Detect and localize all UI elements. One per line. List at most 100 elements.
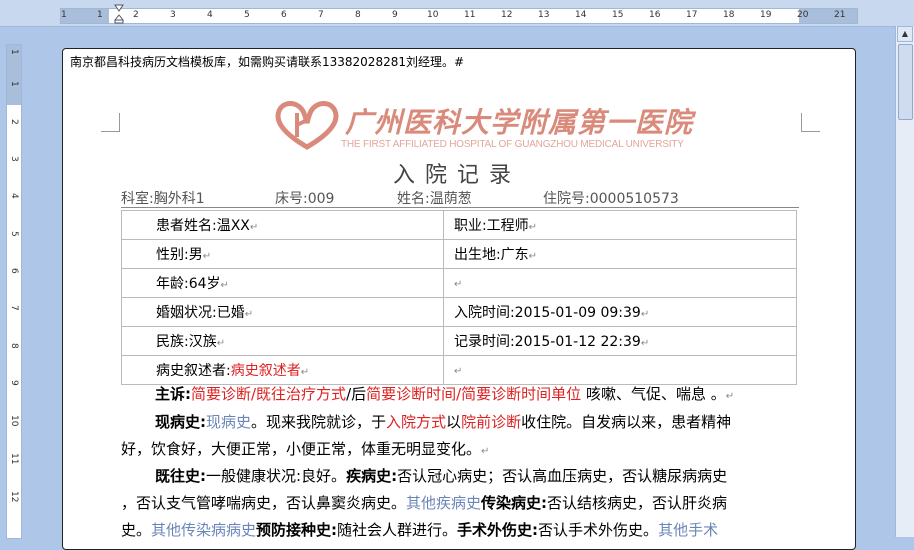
table-row: 民族:汉族↵ 记录时间:2015-01-12 22:39↵ — [121, 326, 798, 356]
other-infectious-field[interactable]: 其他传染病病史 — [151, 521, 256, 539]
ruler-number: 6 — [9, 268, 19, 274]
ruler-number: 7 — [9, 305, 19, 311]
surgery-history-label: 手术外伤史: — [457, 521, 539, 539]
margin-corner-mark — [801, 113, 820, 132]
patient-name-cell[interactable]: 患者姓名:温XX↵ — [121, 210, 444, 240]
paragraph-mark: ↵ — [453, 279, 463, 290]
admit-time-cell[interactable]: 入院时间:2015-01-09 09:39↵ — [442, 297, 798, 327]
document-page[interactable]: 南京都昌科技病历文档模板库，如需购买请联系13382028281刘经理。# 广州… — [62, 48, 856, 550]
vaccination-label: 预防接种史: — [256, 521, 338, 539]
ruler-number: 1 — [97, 10, 103, 20]
present-label: 现病史: — [155, 413, 206, 431]
ruler-number: 10 — [427, 10, 439, 20]
marital-cell[interactable]: 婚姻状况:已婚↵ — [121, 297, 444, 327]
chief-complaint-paragraph[interactable]: 主诉:简要诊断/既往治疗方式/后简要诊断时间/简要诊断时间单位 咳嗽、气促、喘息… — [121, 381, 801, 410]
header-note: 南京都昌科技病历文档模板库，如需购买请联系13382028281刘经理。# — [70, 55, 465, 69]
occupation-cell[interactable]: 职业:工程师↵ — [442, 210, 798, 240]
complaint-separator: /后 — [346, 385, 367, 403]
complaint-label: 主诉: — [155, 385, 191, 403]
document-editor-window: 1 1 2 3 4 5 6 7 8 9 10 11 12 13 14 15 16… — [0, 0, 914, 550]
ruler-number: 2 — [9, 119, 19, 125]
logo-english-name: THE FIRST AFFILIATED HOSPITAL OF GUANGZH… — [341, 139, 684, 150]
bed-field[interactable]: 床号:009 — [275, 188, 334, 208]
birthplace: 出生地:广东 — [453, 247, 529, 263]
table-row: 性别:男↵ 出生地:广东↵ — [121, 239, 798, 269]
ruler-number: 1 — [9, 49, 19, 55]
pre-diagnosis-field[interactable]: 院前诊断 — [461, 413, 521, 431]
ruler-number: 8 — [9, 343, 19, 349]
past-history-line2[interactable]: ，否认支气管哮喘病史，否认鼻窦炎病史。其他疾病史传染病史:否认结核病史，否认肝炎… — [121, 490, 801, 517]
vertical-scrollbar[interactable]: ▲ — [895, 26, 914, 537]
past-text: 否认手术外伤史。 — [538, 521, 659, 539]
present-illness-paragraph[interactable]: 现病史:现病史。现来我院就诊，于入院方式以院前诊断收住院。自发病以来，患者精神 — [121, 409, 801, 436]
scroll-thumb[interactable] — [898, 44, 913, 120]
record-time: 记录时间:2015-01-12 22:39 — [453, 334, 641, 350]
paragraph-mark: ↵ — [725, 391, 735, 402]
ruler-number: 13 — [538, 10, 550, 20]
age-cell[interactable]: 年龄:64岁↵ — [121, 268, 444, 298]
ruler-number: 2 — [133, 10, 139, 20]
present-illness-line2[interactable]: 好，饮食好，大便正常，小便正常，体重无明显变化。↵ — [121, 436, 801, 465]
paragraph-mark: ↵ — [249, 222, 259, 233]
ruler-number: 11 — [464, 10, 476, 20]
other-disease-field[interactable]: 其他疾病史 — [406, 494, 481, 512]
admission-no-field[interactable]: 住院号:0000510573 — [543, 188, 679, 208]
empty-cell[interactable]: ↵ — [442, 268, 798, 298]
ruler-number: 3 — [170, 10, 176, 20]
complaint-end: 。 — [710, 385, 726, 403]
ruler-number: 12 — [9, 491, 19, 503]
paragraph-mark: ↵ — [640, 309, 650, 320]
marital-status: 婚姻状况:已婚 — [156, 305, 245, 321]
logo-chinese-name: 广州医科大学附属第一医院 — [345, 106, 694, 139]
complaint-time-field[interactable]: 简要诊断时间/简要诊断时间单位 — [366, 385, 581, 403]
paragraph-mark: ↵ — [640, 338, 650, 349]
paragraph-mark: ↵ — [481, 446, 490, 457]
other-surgery-field[interactable]: 其他手术 — [658, 521, 718, 539]
page-title: 入院记录 — [393, 163, 522, 188]
ruler-number: 21 — [834, 10, 846, 20]
hospital-emblem-icon — [275, 101, 339, 150]
paragraph-mark: ↵ — [300, 367, 310, 378]
hospital-logo: 广州医科大学附属第一医院 THE FIRST AFFILIATED HOSPIT… — [273, 99, 692, 155]
paragraph-mark: ↵ — [244, 309, 254, 320]
complaint-diagnosis-field[interactable]: 简要诊断/既往治疗方式 — [191, 385, 346, 403]
infectious-history-label: 传染病史: — [481, 494, 548, 512]
ruler-number: 4 — [207, 10, 213, 20]
past-text: 一般健康状况:良好。 — [206, 467, 347, 485]
ethnicity: 民族:汉族 — [156, 334, 217, 350]
ruler-number: 14 — [575, 10, 587, 20]
patient-name: 患者姓名:温XX — [156, 218, 250, 234]
sex-cell[interactable]: 性别:男↵ — [121, 239, 444, 269]
sex: 性别:男 — [156, 247, 203, 263]
ruler-number: 8 — [355, 10, 361, 20]
dept-field[interactable]: 科室:胸外科1 — [121, 188, 205, 208]
ruler-number: 6 — [281, 10, 287, 20]
ruler-number: 10 — [9, 415, 19, 427]
horizontal-ruler[interactable]: 1 1 2 3 4 5 6 7 8 9 10 11 12 13 14 15 16… — [60, 8, 858, 24]
past-history-paragraph[interactable]: 既往史:一般健康状况:良好。疾病史:否认冠心病史；否认高血压病史，否认糖尿病病史 — [121, 463, 801, 490]
ruler-number: 17 — [686, 10, 698, 20]
table-row: 年龄:64岁↵ ↵ — [121, 268, 798, 298]
scroll-up-button[interactable]: ▲ — [897, 26, 913, 42]
present-history-field[interactable]: 现病史 — [206, 413, 251, 431]
birthplace-cell[interactable]: 出生地:广东↵ — [442, 239, 798, 269]
past-text: 否认结核病史，否认肝炎病 — [547, 494, 728, 512]
name-field[interactable]: 姓名:温荫葱 — [397, 188, 472, 208]
table-row: 患者姓名:温XX↵ 职业:工程师↵ — [121, 210, 798, 240]
past-text: 随社会人群进行。 — [337, 521, 458, 539]
past-text: ，否认支气管哮喘病史，否认鼻窦炎病史。 — [121, 494, 407, 512]
ruler-number: 20 — [797, 10, 809, 20]
age: 年龄:64岁 — [156, 276, 221, 292]
past-history-line3[interactable]: 史。其他传染病病史预防接种史:随社会人群进行。手术外伤史:否认手术外伤史。其他手… — [121, 517, 801, 544]
admission-method-field[interactable]: 入院方式 — [386, 413, 446, 431]
ethnic-cell[interactable]: 民族:汉族↵ — [121, 326, 444, 356]
admit-time: 入院时间:2015-01-09 09:39 — [453, 305, 641, 321]
ruler-number: 9 — [392, 10, 398, 20]
indent-marker-icon[interactable] — [114, 4, 124, 24]
present-text: 以 — [446, 413, 462, 431]
narrator-input-field[interactable]: 病史叙述者 — [231, 363, 301, 379]
present-line2: 好，饮食好，大便正常，小便正常，体重无明显变化。 — [121, 440, 482, 458]
present-text: 收住院。自发病以来，患者精神 — [521, 413, 732, 431]
record-time-cell[interactable]: 记录时间:2015-01-12 22:39↵ — [442, 326, 798, 356]
vertical-ruler[interactable]: 1 1 2 3 4 5 6 7 8 9 10 11 12 — [6, 44, 22, 539]
